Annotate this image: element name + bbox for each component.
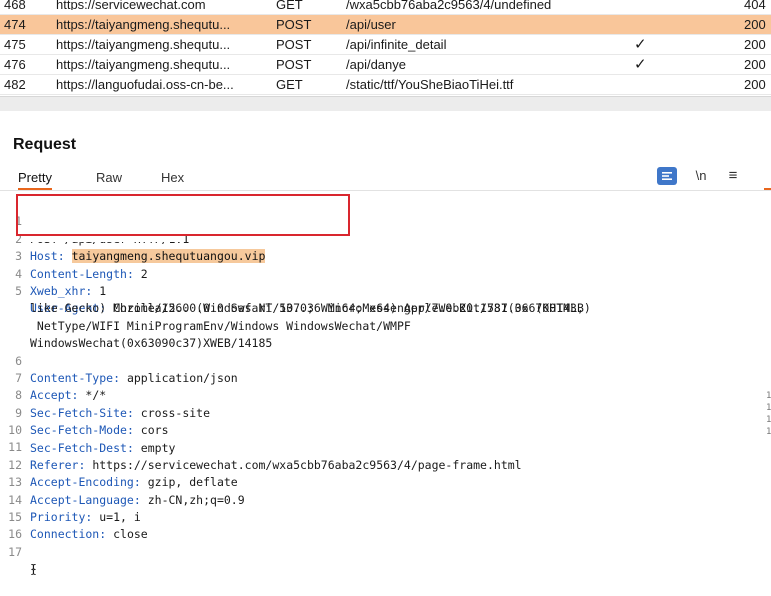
row-number: 468 <box>4 0 26 10</box>
panel-resize-indicator[interactable] <box>764 188 771 190</box>
header-line-user-agent: 5 User-Agent: Mozilla/5.0 (Windows NT 10… <box>0 266 771 315</box>
table-scrollbar-area[interactable] <box>0 96 771 111</box>
pretty-format-icon[interactable] <box>657 167 677 185</box>
right-edge-marks: 1 1 1 1 <box>766 390 771 438</box>
tabs-divider <box>0 190 771 191</box>
header-line-sec-fetch-mode: 9 Sec-Fetch-Mode: cors <box>0 387 771 437</box>
row-number: 482 <box>4 77 26 92</box>
header-line-host: 2 Host: taiyangmeng.shequtuangou.vip <box>0 213 771 264</box>
header-line-sec-fetch-site: 8 Sec-Fetch-Site: cross-site <box>0 370 771 419</box>
edge-tick: 1 <box>766 403 771 413</box>
header-line-connection: 15 Connection: close <box>0 492 771 541</box>
edge-tick: 1 <box>766 415 771 425</box>
header-line-sec-fetch-dest: 10 Sec-Fetch-Dest: empty <box>0 405 771 454</box>
body-text: } <box>30 562 37 577</box>
row-url: /wxa5cbb76aba2c9563/4/undefined <box>346 0 552 10</box>
header-line-priority: 14 Priority: u=1, i <box>0 474 771 524</box>
row-host: https://taiyangmeng.shequtu... <box>56 37 231 52</box>
row-params-check: ✓ <box>634 56 647 73</box>
row-url: /api/user <box>346 17 396 32</box>
row-status: 404 <box>744 0 766 10</box>
row-host: https://servicewechat.com <box>56 0 206 10</box>
hamburger-menu-icon[interactable]: ≡ <box>724 166 742 186</box>
wrapped-line: like Gecko) Chrome/126.0.0.0 Safari/537.… <box>0 283 771 315</box>
tab-pretty[interactable]: Pretty <box>18 168 52 190</box>
wrapped-line: WindowsWechat(0x63090c37)XWEB/14185 <box>0 318 771 350</box>
header-line-content-length: 3 Content-Length: 2 <box>0 231 771 280</box>
row-method: GET <box>276 77 303 92</box>
table-row[interactable]: 482 https://languofudai.oss-cn-be... GET… <box>0 75 771 95</box>
header-line-xweb-xhr: 4 Xweb_xhr: 1 <box>0 248 771 298</box>
row-params-check: ✓ <box>634 36 647 53</box>
row-number: 476 <box>4 57 26 72</box>
table-row[interactable]: 475 https://taiyangmeng.shequtu... POST … <box>0 35 771 55</box>
row-host: https://languofudai.oss-cn-be... <box>56 77 234 92</box>
request-line: 1 POST /api/user HTTP/1.1 <box>0 196 771 245</box>
table-row[interactable]: 468 https://servicewechat.com GET /wxa5c… <box>0 0 771 15</box>
row-method: POST <box>276 57 312 72</box>
newline-toggle-button[interactable]: \n <box>690 166 712 186</box>
request-panel-title: Request <box>13 136 77 153</box>
row-method: POST <box>276 37 312 52</box>
pretty-format-glyph <box>662 172 672 180</box>
tab-hex[interactable]: Hex <box>161 168 184 188</box>
row-url: /api/infinite_detail <box>346 37 447 52</box>
row-number: 475 <box>4 37 26 52</box>
row-status: 200 <box>744 77 766 92</box>
row-number: 474 <box>4 17 26 32</box>
edge-tick: 1 <box>766 391 771 401</box>
row-url: /api/danye <box>346 57 406 72</box>
wrapped-line: NetType/WIFI MiniProgramEnv/Windows Wind… <box>0 300 771 333</box>
blank-line: 16 <box>0 509 771 541</box>
table-row[interactable]: 476 https://taiyangmeng.shequtu... POST … <box>0 55 771 75</box>
header-line-accept-encoding: 12 Accept-Encoding: gzip, deflate <box>0 439 771 489</box>
header-line-referer: 11 Referer: https://servicewechat.com/wx… <box>0 422 771 471</box>
row-method: GET <box>276 0 303 10</box>
header-line-accept-language: 13 Accept-Language: zh-CN,zh;q=0.9 <box>0 457 771 506</box>
row-method: POST <box>276 17 312 32</box>
header-line-accept: 7 Accept: */* <box>0 353 771 402</box>
table-row-selected[interactable]: 474 https://taiyangmeng.shequtu... POST … <box>0 15 771 35</box>
tab-raw[interactable]: Raw <box>96 168 122 188</box>
row-url: /static/ttf/YouSheBiaoTiHei.ttf <box>346 77 514 92</box>
header-line-content-type: 6 Content-Type: application/json <box>0 335 771 385</box>
body-line: 17 { <box>0 526 771 576</box>
row-status: 200 <box>744 17 766 32</box>
row-host: https://taiyangmeng.shequtu... <box>56 57 231 72</box>
row-host: https://taiyangmeng.shequtu... <box>56 17 231 32</box>
request-editor[interactable]: 1 POST /api/user HTTP/1.1 2 Host: taiyan… <box>0 196 771 582</box>
body-line: } <box>0 544 771 576</box>
http-history-table: 468 https://servicewechat.com GET /wxa5c… <box>0 0 771 95</box>
edge-tick: 1 <box>766 427 771 437</box>
row-status: 200 <box>744 57 766 72</box>
request-view-tabs: Pretty Raw Hex \n ≡ <box>0 166 771 191</box>
row-status: 200 <box>744 37 766 52</box>
